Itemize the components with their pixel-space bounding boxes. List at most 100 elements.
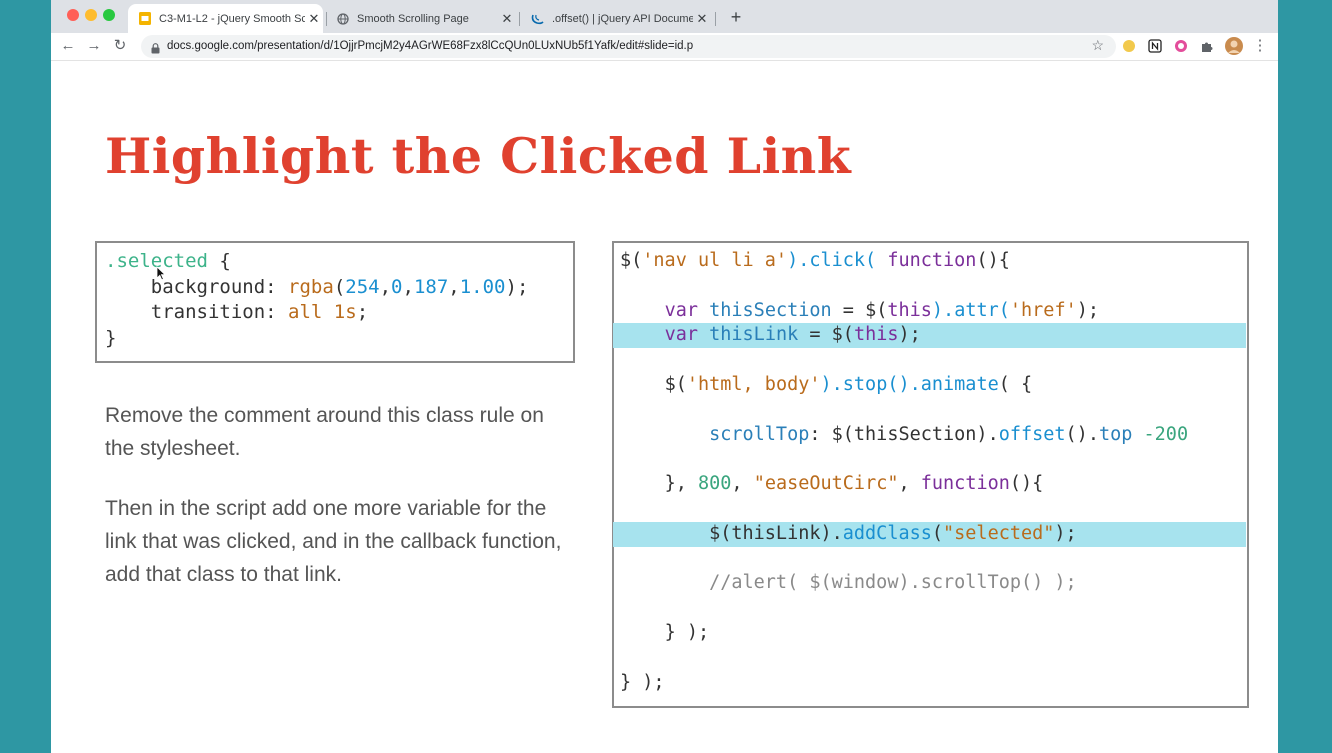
browser-window: C3-M1-L2 - jQuery Smooth Sc ✕ Smooth Scr… — [51, 0, 1278, 753]
code-token: -200 — [1132, 423, 1189, 445]
address-bar[interactable]: docs.google.com/presentation/d/1OjjrPmcj… — [141, 35, 1116, 58]
code-line: scrollTop: $(thisSection).offset().top -… — [620, 423, 1246, 448]
code-token: background — [150, 275, 266, 298]
code-line: //alert( $(window).scrollTop() ); — [620, 571, 1246, 596]
tab-title: .offset() | jQuery API Documen — [552, 12, 693, 25]
forward-button[interactable]: → — [84, 36, 104, 56]
bookmark-star-icon[interactable]: ☆ — [1091, 37, 1104, 54]
close-tab-icon[interactable]: ✕ — [498, 11, 516, 27]
code-token: ).attr( — [931, 299, 1010, 321]
extension-yellow-icon[interactable] — [1122, 39, 1136, 53]
code-token: ); — [1054, 522, 1077, 544]
lock-icon — [151, 41, 160, 59]
code-token: (){ — [976, 250, 1010, 271]
code-token: } ); — [664, 621, 710, 643]
code-token: 'href' — [1009, 299, 1077, 321]
code-token: addClass — [842, 522, 932, 544]
google-slides-icon — [138, 12, 151, 25]
instruction-paragraph: Then in the script add one more variable… — [105, 497, 562, 586]
notion-extension-icon[interactable] — [1148, 39, 1162, 53]
code-token: thisLink — [709, 324, 799, 346]
code-token: rgba — [288, 275, 334, 298]
code-comment: //alert( $(window).scrollTop() ); — [709, 572, 1077, 594]
code-token: : $(thisSection). — [809, 423, 999, 445]
zoom-window-button[interactable] — [103, 9, 115, 21]
globe-icon — [336, 12, 349, 25]
code-token: thisSection — [709, 299, 832, 321]
code-token: (). — [1065, 423, 1099, 445]
tab-strip: C3-M1-L2 - jQuery Smooth Sc ✕ Smooth Scr… — [51, 0, 1278, 33]
code-line: } ); — [620, 621, 1246, 646]
jquery-icon — [531, 12, 544, 25]
code-token: all 1s — [288, 301, 357, 323]
slide-title: Highlight the Clicked Link — [105, 127, 852, 185]
extensions-puzzle-icon[interactable] — [1200, 39, 1214, 53]
js-code-box: $('nav ul li a').click( function(){ var … — [612, 241, 1249, 708]
close-window-button[interactable] — [67, 9, 79, 21]
highlighted-code-line: $(thisLink).addClass("selected"); — [613, 521, 1246, 547]
tab-slides[interactable]: C3-M1-L2 - jQuery Smooth Sc ✕ — [128, 4, 323, 33]
code-token: 0 — [391, 275, 403, 298]
code-token: { — [207, 250, 231, 272]
code-token: offset — [998, 423, 1066, 445]
code-token: $( — [620, 250, 643, 271]
code-token: } ); — [620, 671, 665, 693]
tab-jquery-offset[interactable]: .offset() | jQuery API Documen ✕ — [521, 4, 711, 33]
code-token: 800 — [697, 473, 732, 495]
code-line: $('html, body').stop().animate( { — [620, 373, 1246, 398]
new-tab-button[interactable]: + — [725, 6, 747, 28]
code-token: ); — [1076, 299, 1099, 321]
tab-divider — [715, 12, 716, 26]
code-token: (){ — [1009, 473, 1044, 495]
minimize-window-button[interactable] — [85, 9, 97, 21]
code-token: animate — [920, 373, 999, 395]
code-token: var — [664, 324, 698, 346]
code-token: , — [731, 473, 754, 495]
code-line: $('nav ul li a').click( function(){ — [620, 249, 1246, 274]
mouse-pointer-icon — [156, 266, 166, 286]
code-token: this — [887, 299, 932, 321]
css-code-box: .selected { background: rgba(254,0,187,1… — [95, 241, 575, 363]
color-extension-icon[interactable] — [1174, 39, 1188, 53]
code-line: } ); — [620, 671, 1246, 696]
code-token: ).click( — [787, 250, 888, 271]
code-token: = $( — [798, 324, 854, 346]
code-token: this — [853, 324, 899, 346]
close-tab-icon[interactable]: ✕ — [693, 11, 711, 27]
tab-divider — [519, 12, 520, 26]
tab-title: C3-M1-L2 - jQuery Smooth Sc — [159, 12, 305, 25]
profile-avatar[interactable] — [1225, 37, 1243, 55]
code-token: function — [920, 473, 1010, 495]
code-token: = $( — [831, 299, 888, 321]
code-token: 187 — [413, 275, 449, 298]
code-token: ); — [898, 324, 921, 346]
code-line: }, 800, "easeOutCirc", function(){ — [620, 472, 1246, 497]
code-token: }, — [664, 473, 698, 495]
code-token: ( { — [998, 373, 1033, 395]
highlighted-code-line: var thisLink = $(this); — [613, 323, 1246, 349]
reload-button[interactable]: ↻ — [110, 36, 130, 56]
tab-smooth-scrolling[interactable]: Smooth Scrolling Page ✕ — [326, 4, 516, 33]
browser-menu-icon[interactable]: ⋮ — [1250, 36, 1270, 56]
code-token: "easeOutCirc" — [753, 473, 899, 495]
code-token: } — [105, 326, 117, 349]
code-line: var thisSection = $(this).attr('href'); — [620, 299, 1246, 324]
code-token: 254 — [345, 275, 380, 298]
instruction-paragraph: Remove the comment around this class rul… — [105, 404, 544, 460]
code-token: scrollTop — [709, 423, 810, 445]
code-token: $(thisLink). — [709, 522, 843, 544]
tab-title: Smooth Scrolling Page — [357, 12, 469, 25]
back-button[interactable]: ← — [58, 36, 78, 56]
code-token: "selected" — [943, 522, 1055, 544]
code-token: , — [898, 473, 921, 495]
code-token: var — [664, 299, 698, 321]
close-tab-icon[interactable]: ✕ — [305, 11, 323, 27]
